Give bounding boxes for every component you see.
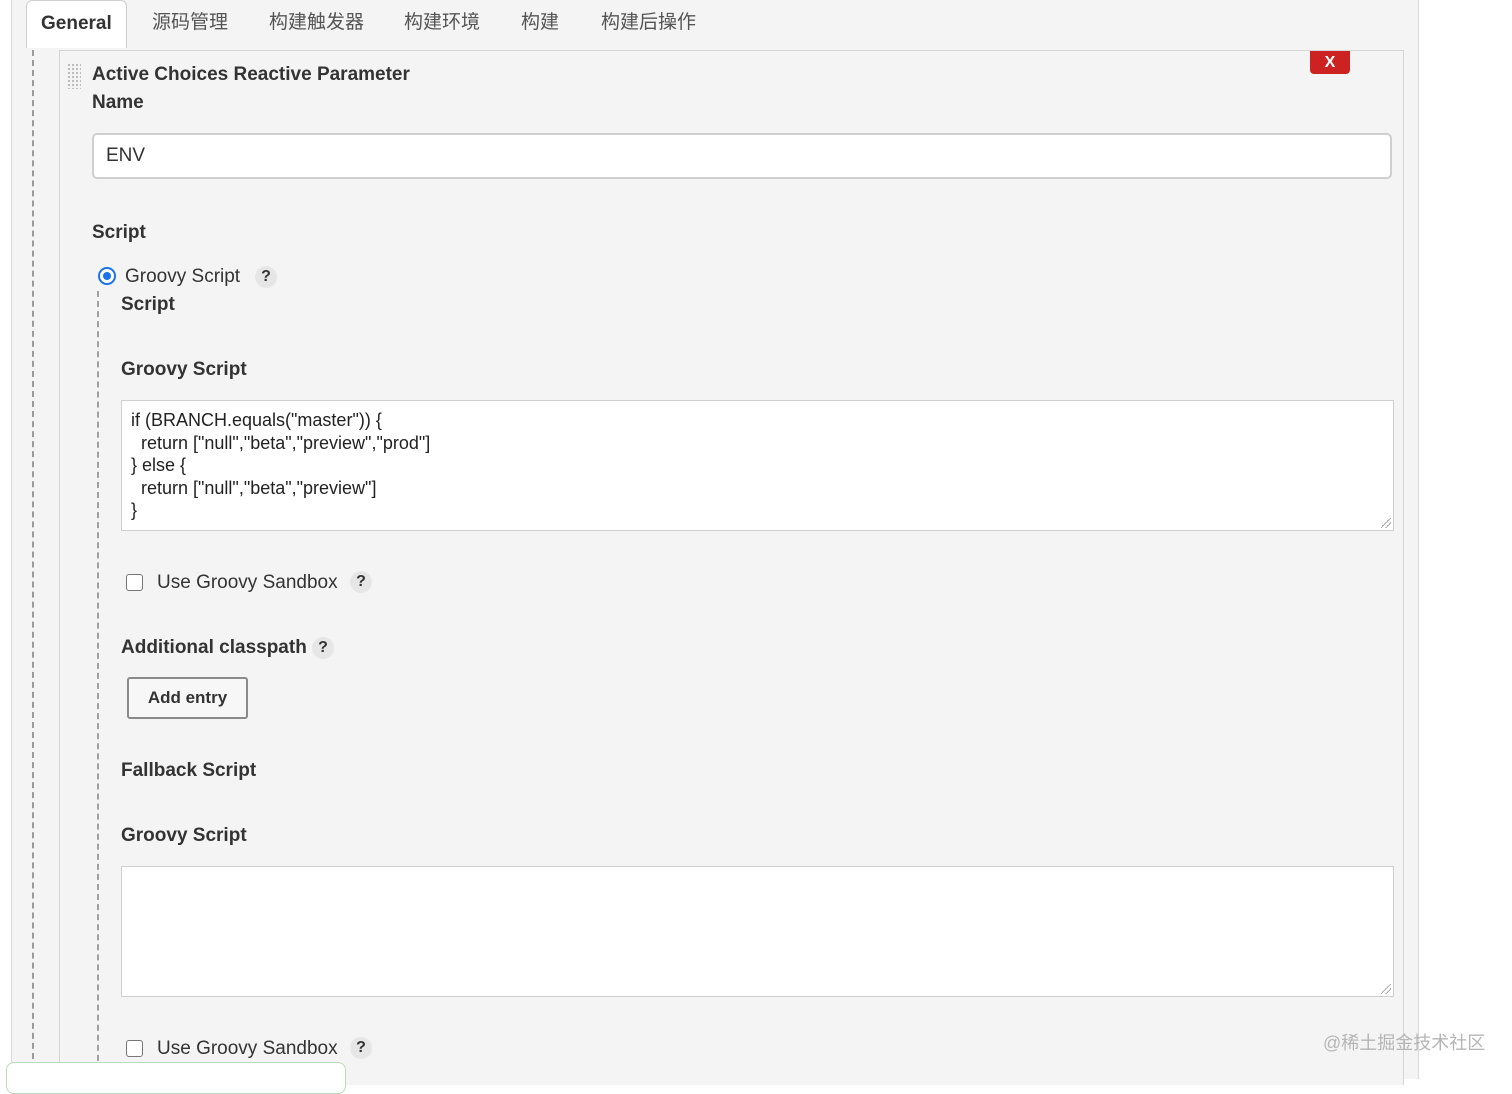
groovy-script-label: Groovy Script <box>121 359 247 380</box>
tab-build-triggers[interactable]: 构建触发器 <box>269 0 364 48</box>
groovy-script-radio-label[interactable]: Groovy Script <box>125 266 240 288</box>
bottom-panel-fragment <box>6 1062 346 1094</box>
tab-source-code-management[interactable]: 源码管理 <box>152 0 228 48</box>
groovy-script-help-icon[interactable]: ? <box>255 266 277 288</box>
use-groovy-sandbox-checkbox[interactable] <box>126 574 143 591</box>
watermark: @稀土掘金技术社区 <box>1323 1033 1486 1053</box>
use-groovy-sandbox-label[interactable]: Use Groovy Sandbox <box>157 572 338 594</box>
script-dashed-guide <box>97 291 99 1091</box>
groovy-script-radio[interactable] <box>98 267 116 285</box>
fallback-use-groovy-sandbox-checkbox[interactable] <box>126 1040 143 1057</box>
sandbox-help-icon[interactable]: ? <box>350 571 372 593</box>
fallback-use-groovy-sandbox-label[interactable]: Use Groovy Sandbox <box>157 1038 338 1060</box>
tab-build-environment[interactable]: 构建环境 <box>404 0 480 48</box>
additional-classpath-label: Additional classpath <box>121 637 307 658</box>
fallback-script-label: Fallback Script <box>121 760 257 781</box>
tab-post-build-actions[interactable]: 构建后操作 <box>601 0 696 48</box>
fallback-groovy-script-label: Groovy Script <box>121 825 247 846</box>
tab-build[interactable]: 构建 <box>521 0 559 48</box>
section-dashed-guide <box>32 50 34 1079</box>
drag-handle-icon[interactable] <box>67 63 81 89</box>
resize-handle-icon[interactable] <box>1381 518 1391 528</box>
groovy-script-textarea[interactable]: if (BRANCH.equals("master")) { return ["… <box>121 400 1394 531</box>
fallback-script-textarea[interactable] <box>121 866 1394 997</box>
name-input[interactable] <box>92 133 1392 179</box>
name-label: Name <box>92 92 144 113</box>
job-config-panel: General 源码管理 构建触发器 构建环境 构建 构建后操作 X Activ… <box>11 0 1419 1091</box>
classpath-help-icon[interactable]: ? <box>312 637 334 659</box>
fallback-sandbox-help-icon[interactable]: ? <box>350 1037 372 1059</box>
resize-handle-icon[interactable] <box>1381 984 1391 994</box>
parameter-title: Active Choices Reactive Parameter <box>92 64 410 85</box>
tab-general[interactable]: General <box>26 0 127 48</box>
config-tab-bar: General 源码管理 构建触发器 构建环境 构建 构建后操作 <box>12 0 1418 48</box>
parameter-card: X Active Choices Reactive Parameter Name… <box>59 50 1404 1091</box>
script-label: Script <box>92 222 146 243</box>
sub-script-label: Script <box>121 294 175 315</box>
delete-parameter-button[interactable]: X <box>1310 51 1350 74</box>
add-entry-button[interactable]: Add entry <box>127 677 248 719</box>
